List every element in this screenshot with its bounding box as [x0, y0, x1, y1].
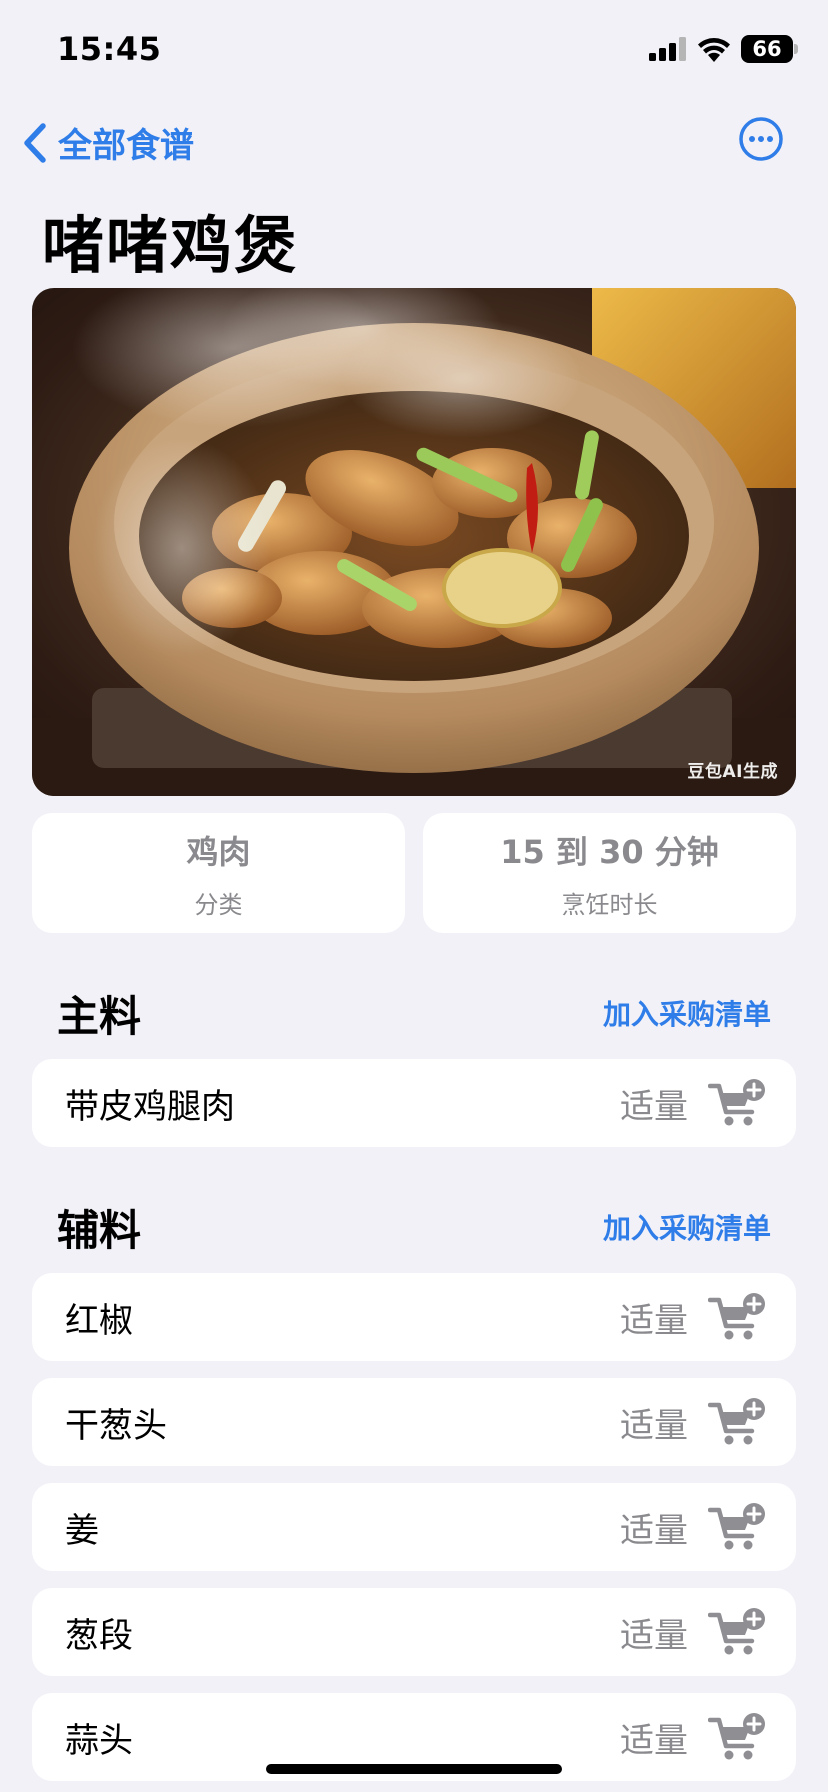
side-ingredients-header: 辅料 加入采购清单: [57, 1197, 771, 1257]
status-bar: 15:45 66: [0, 0, 828, 100]
ingredient-quantity: 适量: [620, 1300, 688, 1341]
back-button[interactable]: 全部食谱: [22, 118, 194, 167]
ingredient-quantity: 适量: [620, 1615, 688, 1656]
ingredient-quantity: 适量: [620, 1510, 688, 1551]
recipe-image: 豆包AI生成: [32, 288, 796, 796]
status-time: 15:45: [57, 30, 162, 68]
cook-time-card: 15 到 30 分钟 烹饪时长: [423, 813, 796, 933]
main-ingredients-title: 主料: [57, 991, 142, 1041]
ingredient-name: 干葱头: [65, 1405, 167, 1446]
add-to-cart-icon[interactable]: [708, 1502, 766, 1552]
ai-watermark: 豆包AI生成: [687, 762, 778, 782]
ingredient-row: 干葱头 适量: [32, 1378, 796, 1466]
ingredient-row: 姜 适量: [32, 1483, 796, 1571]
ingredient-name: 红椒: [65, 1300, 133, 1341]
ingredient-name: 带皮鸡腿肉: [65, 1086, 235, 1127]
ingredient-quantity: 适量: [620, 1086, 688, 1127]
battery-level: 66: [741, 35, 793, 63]
category-label: 分类: [194, 890, 243, 919]
ingredient-row: 带皮鸡腿肉 适量: [32, 1059, 796, 1147]
add-to-cart-icon[interactable]: [708, 1607, 766, 1657]
cook-time-value: 15 到 30 分钟: [500, 832, 719, 871]
add-to-cart-icon[interactable]: [708, 1712, 766, 1762]
status-icons: 66: [649, 32, 798, 66]
battery-icon: 66: [741, 35, 798, 63]
ellipsis-circle-icon[interactable]: [738, 116, 784, 162]
home-indicator[interactable]: [266, 1764, 562, 1774]
ingredient-quantity: 适量: [620, 1405, 688, 1446]
ingredient-row: 葱段 适量: [32, 1588, 796, 1676]
add-side-to-shopping-list-button[interactable]: 加入采购清单: [603, 1207, 771, 1247]
chevron-left-icon: [24, 122, 46, 163]
page-title: 啫啫鸡煲: [42, 209, 299, 282]
side-ingredients-title: 辅料: [57, 1205, 142, 1255]
add-to-cart-icon[interactable]: [708, 1292, 766, 1342]
add-main-to-shopping-list-button[interactable]: 加入采购清单: [603, 993, 771, 1033]
navigation-bar: 全部食谱: [0, 110, 828, 170]
cellular-signal-icon: [649, 37, 686, 61]
back-label: 全部食谱: [58, 126, 194, 166]
recipe-detail-screen: 15:45 66 全部食谱 啫啫鸡煲 豆包AI生成 鸡肉 分类 15 到 30 …: [0, 0, 828, 1792]
category-card: 鸡肉 分类: [32, 813, 405, 933]
wifi-icon: [698, 38, 730, 62]
ingredient-name: 蒜头: [65, 1720, 133, 1761]
ingredient-row: 红椒 适量: [32, 1273, 796, 1361]
main-ingredients-header: 主料 加入采购清单: [57, 983, 771, 1043]
cook-time-label: 烹饪时长: [561, 890, 658, 919]
add-to-cart-icon[interactable]: [708, 1078, 766, 1128]
ingredient-name: 姜: [65, 1510, 99, 1551]
ingredient-name: 葱段: [65, 1615, 133, 1656]
ingredient-quantity: 适量: [620, 1720, 688, 1761]
battery-cap: [794, 44, 798, 54]
category-value: 鸡肉: [186, 832, 251, 871]
add-to-cart-icon[interactable]: [708, 1397, 766, 1447]
